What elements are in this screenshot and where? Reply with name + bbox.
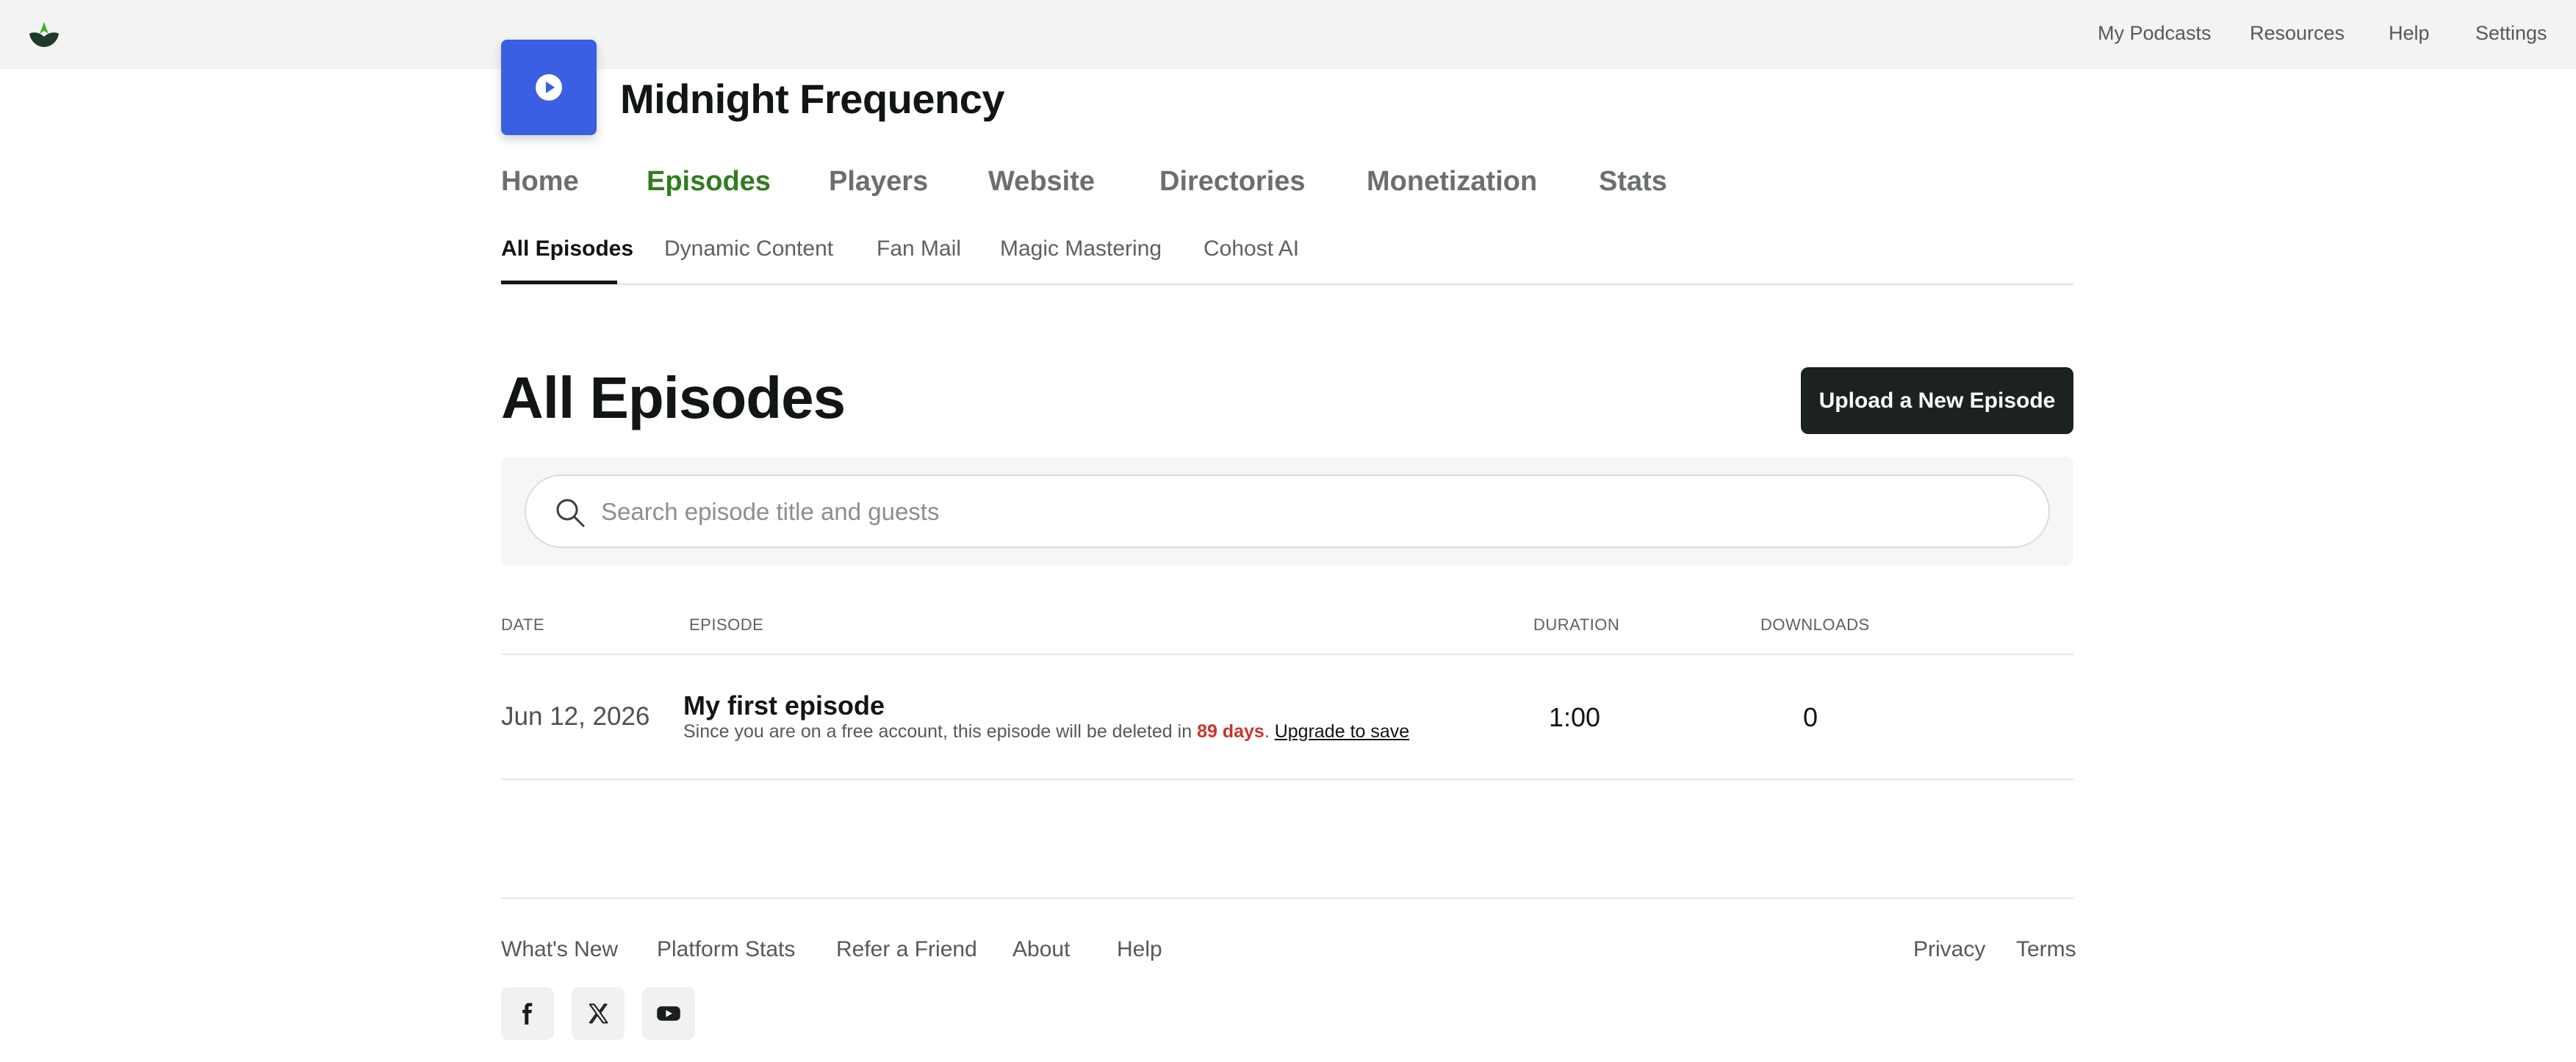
logo-icon[interactable]	[26, 18, 62, 53]
tab-episodes[interactable]: Episodes	[647, 166, 771, 198]
x-button[interactable]	[572, 987, 625, 1040]
subtab-cohost-ai[interactable]: Cohost AI	[1204, 236, 1299, 261]
episode-date: Jun 12, 2026	[501, 702, 650, 731]
notice-separator: .	[1264, 721, 1275, 742]
youtube-icon	[657, 1006, 680, 1021]
tab-stats[interactable]: Stats	[1599, 166, 1667, 198]
tab-home[interactable]: Home	[501, 166, 579, 198]
page-title: All Episodes	[501, 365, 846, 430]
episode-title[interactable]: My first episode	[683, 690, 885, 721]
active-tab-underline	[501, 281, 617, 284]
upload-episode-button[interactable]: Upload a New Episode	[1801, 367, 2073, 434]
footer-link-refer-a-friend[interactable]: Refer a Friend	[836, 937, 977, 962]
facebook-button[interactable]	[501, 987, 554, 1040]
days-remaining: 89 days	[1197, 721, 1264, 742]
footer-link-about[interactable]: About	[1012, 937, 1070, 962]
table-row-divider	[501, 779, 2073, 780]
sub-nav: All Episodes Dynamic Content Fan Mail Ma…	[501, 234, 2073, 285]
footer-link-whats-new[interactable]: What's New	[501, 937, 618, 962]
subtab-all-episodes[interactable]: All Episodes	[501, 236, 633, 261]
x-icon	[589, 1003, 608, 1024]
tab-monetization[interactable]: Monetization	[1367, 166, 1537, 198]
episode-deletion-notice: Since you are on a free account, this ep…	[683, 721, 1409, 743]
column-header-duration[interactable]: DURATION	[1533, 615, 1619, 635]
table-header-divider	[501, 654, 2073, 655]
episode-downloads: 0	[1803, 702, 1818, 732]
footer-link-platform-stats[interactable]: Platform Stats	[657, 937, 795, 962]
notice-text: Since you are on a free account, this ep…	[683, 721, 1198, 742]
subtab-dynamic-content[interactable]: Dynamic Content	[664, 236, 833, 261]
upgrade-to-save-link[interactable]: Upgrade to save	[1275, 721, 1409, 742]
footer-link-terms[interactable]: Terms	[2016, 937, 2076, 962]
topnav-help[interactable]: Help	[2389, 22, 2430, 45]
column-header-episode[interactable]: EPISODE	[689, 615, 763, 635]
play-icon	[536, 74, 562, 101]
topnav-my-podcasts[interactable]: My Podcasts	[2098, 22, 2212, 45]
facebook-icon	[522, 1003, 533, 1025]
footer-link-help[interactable]: Help	[1117, 937, 1162, 962]
search-input[interactable]	[600, 491, 1996, 533]
search-box[interactable]	[525, 474, 2050, 548]
podcast-artwork[interactable]	[501, 40, 597, 135]
tab-website[interactable]: Website	[988, 166, 1095, 198]
youtube-button[interactable]	[642, 987, 695, 1040]
tab-players[interactable]: Players	[829, 166, 928, 198]
podcast-title: Midnight Frequency	[620, 76, 1005, 122]
footer-link-privacy[interactable]: Privacy	[1913, 937, 1985, 962]
footer-divider	[501, 897, 2073, 899]
top-bar: My Podcasts Resources Help Settings	[0, 0, 2576, 69]
column-header-date[interactable]: DATE	[501, 615, 544, 635]
search-panel	[501, 457, 2073, 566]
subtab-magic-mastering[interactable]: Magic Mastering	[1000, 236, 1162, 261]
topnav-settings[interactable]: Settings	[2475, 22, 2547, 45]
episode-duration: 1:00	[1549, 702, 1601, 732]
topnav-resources[interactable]: Resources	[2250, 22, 2345, 45]
column-header-downloads[interactable]: DOWNLOADS	[1760, 615, 1870, 635]
tab-directories[interactable]: Directories	[1159, 166, 1306, 198]
subtab-fan-mail[interactable]: Fan Mail	[877, 236, 961, 261]
search-icon	[556, 499, 585, 527]
